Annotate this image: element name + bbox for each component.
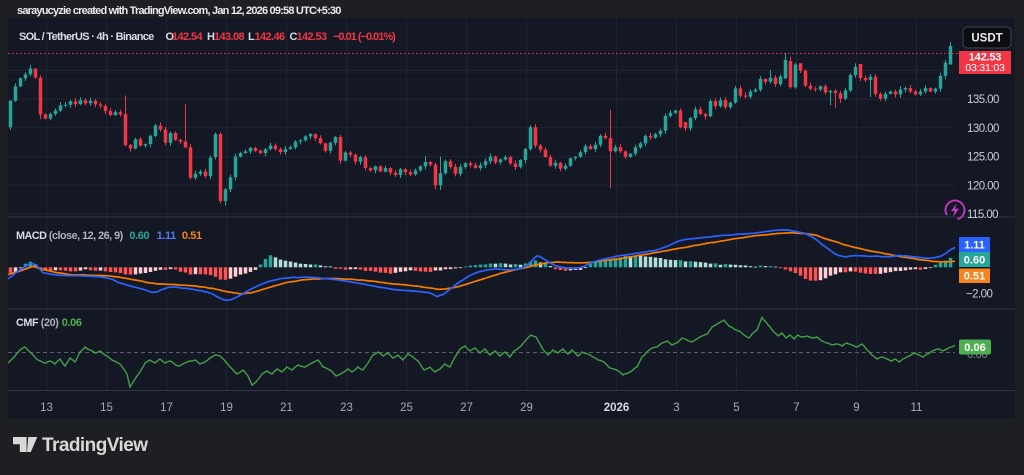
svg-text:29: 29 — [520, 402, 533, 414]
svg-text:SOL / TetherUS · 4h · Binance: SOL / TetherUS · 4h · Binance — [19, 31, 154, 43]
svg-text:MACD (close, 12, 26, 9): MACD (close, 12, 26, 9) — [16, 230, 124, 242]
svg-text:0.06: 0.06 — [62, 317, 82, 329]
svg-text:115.00: 115.00 — [967, 209, 998, 221]
svg-text:9: 9 — [853, 402, 859, 414]
svg-text:2026: 2026 — [604, 402, 630, 414]
svg-text:USDT: USDT — [971, 33, 1002, 45]
svg-text:0.60: 0.60 — [129, 230, 149, 242]
svg-text:19: 19 — [220, 402, 233, 414]
svg-text:142.54: 142.54 — [172, 31, 204, 43]
svg-text:7: 7 — [793, 402, 799, 414]
svg-text:−2.00: −2.00 — [966, 289, 993, 301]
svg-text:135.00: 135.00 — [967, 94, 999, 106]
svg-text:11: 11 — [911, 402, 923, 414]
svg-text:142.46: 142.46 — [255, 31, 286, 43]
svg-text:15: 15 — [100, 402, 113, 414]
svg-text:0.06: 0.06 — [964, 342, 985, 354]
svg-text:0.60: 0.60 — [964, 255, 985, 267]
svg-text:13: 13 — [40, 402, 53, 414]
svg-text:0.51: 0.51 — [182, 230, 202, 242]
svg-text:1.11: 1.11 — [964, 240, 985, 252]
svg-text:143.08: 143.08 — [214, 31, 245, 43]
svg-text:CMF (20): CMF (20) — [16, 317, 59, 329]
svg-text:03:31:03: 03:31:03 — [965, 62, 1005, 74]
svg-text:3: 3 — [673, 402, 679, 414]
svg-text:27: 27 — [460, 402, 473, 414]
svg-text:23: 23 — [340, 402, 353, 414]
svg-text:130.00: 130.00 — [967, 123, 999, 135]
svg-text:5: 5 — [733, 402, 739, 414]
svg-text:−0.01 (−0.01%): −0.01 (−0.01%) — [333, 31, 396, 43]
svg-text:125.00: 125.00 — [967, 152, 999, 164]
svg-text:25: 25 — [400, 402, 413, 414]
svg-text:142.53: 142.53 — [297, 31, 328, 43]
svg-text:0.51: 0.51 — [964, 271, 985, 283]
svg-text:120.00: 120.00 — [967, 180, 999, 192]
svg-text:17: 17 — [160, 402, 173, 414]
svg-text:sarayucyzie created with Tradi: sarayucyzie created with TradingView.com… — [17, 5, 341, 17]
svg-text:1.11: 1.11 — [157, 230, 176, 242]
svg-text:TradingView: TradingView — [42, 435, 148, 456]
svg-text:21: 21 — [280, 402, 293, 414]
